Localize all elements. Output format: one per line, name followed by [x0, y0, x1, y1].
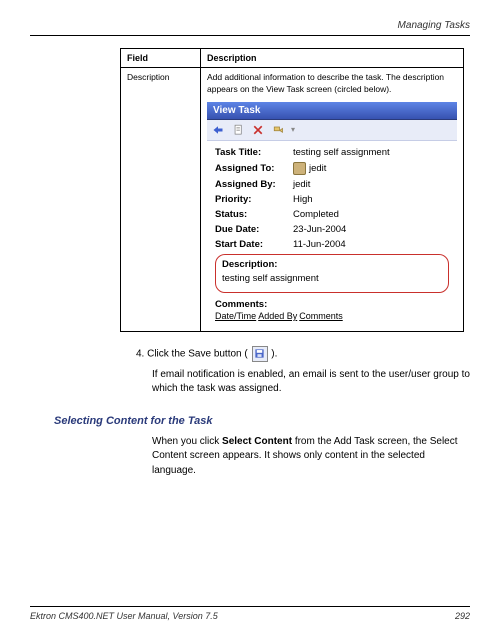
- comments-col-datetime[interactable]: Date/Time: [215, 311, 256, 321]
- row-description-text: Add additional information to describe t…: [207, 72, 457, 96]
- td-field: Description: [121, 68, 201, 332]
- dropdown-arrow-icon[interactable]: ▾: [291, 125, 295, 134]
- assigned-to-label: Assigned To:: [215, 163, 293, 174]
- header-rule: [30, 35, 470, 36]
- arrow-left-icon[interactable]: [211, 123, 225, 137]
- page-header-right: Managing Tasks: [30, 20, 470, 31]
- field-description-table: Field Description Description Add additi…: [120, 48, 464, 332]
- section-body: When you click Select Content from the A…: [152, 435, 470, 479]
- footer-rule: [30, 606, 470, 607]
- task-title-label: Task Title:: [215, 147, 293, 158]
- due-date-value: 23-Jun-2004: [293, 224, 346, 235]
- comments-col-addedby[interactable]: Added By: [258, 311, 297, 321]
- user-icon: [293, 162, 306, 175]
- assigned-by-value: jedit: [293, 179, 310, 190]
- page-footer: Ektron CMS400.NET User Manual, Version 7…: [30, 606, 470, 621]
- step-4-prefix: 4. Click the Save button (: [136, 348, 248, 359]
- view-task-title: View Task: [207, 102, 457, 120]
- due-date-label: Due Date:: [215, 224, 293, 235]
- description-label: Description:: [222, 259, 442, 270]
- start-date-label: Start Date:: [215, 239, 293, 250]
- step-4: 4. Click the Save button ( ).: [136, 346, 470, 362]
- status-label: Status:: [215, 209, 293, 220]
- footer-left: Ektron CMS400.NET User Manual, Version 7…: [30, 611, 218, 621]
- footer-page-number: 292: [455, 611, 470, 621]
- comments-label: Comments:: [215, 299, 449, 310]
- assigned-by-label: Assigned By:: [215, 179, 293, 190]
- page-icon[interactable]: [231, 123, 245, 137]
- section-body-bold: Select Content: [222, 436, 292, 447]
- comments-col-comments[interactable]: Comments: [299, 311, 343, 321]
- task-title-value: testing self assignment: [293, 147, 390, 158]
- description-value: testing self assignment: [222, 273, 442, 284]
- priority-value: High: [293, 194, 313, 205]
- step-4-note: If email notification is enabled, an ema…: [152, 368, 470, 397]
- start-date-value: 11-Jun-2004: [293, 239, 346, 250]
- step-4-suffix: ).: [271, 348, 277, 359]
- status-value: Completed: [293, 209, 339, 220]
- action-icon[interactable]: [271, 123, 285, 137]
- td-description: Add additional information to describe t…: [201, 68, 464, 332]
- description-highlight: Description: testing self assignment: [215, 254, 449, 293]
- priority-label: Priority:: [215, 194, 293, 205]
- th-field: Field: [121, 49, 201, 68]
- assigned-to-value: jedit: [309, 163, 326, 174]
- delete-icon[interactable]: [251, 123, 265, 137]
- section-body-pre: When you click: [152, 436, 222, 447]
- view-task-toolbar: ▾: [207, 120, 457, 141]
- section-heading: Selecting Content for the Task: [54, 415, 470, 427]
- view-task-panel: View Task: [207, 102, 457, 327]
- th-description: Description: [201, 49, 464, 68]
- save-icon: [252, 346, 268, 362]
